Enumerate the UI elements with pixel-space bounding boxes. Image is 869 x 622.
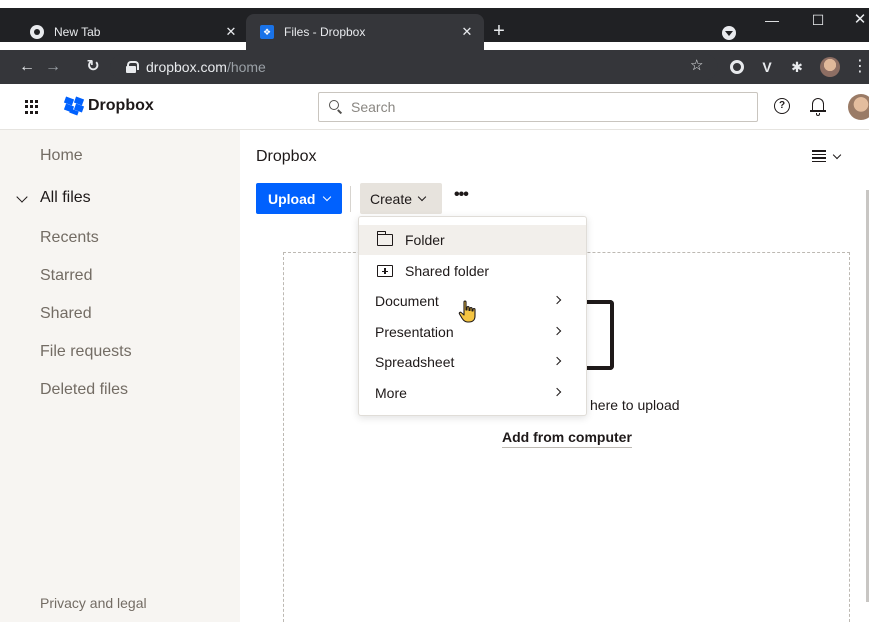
reload-icon[interactable]: ↻	[82, 56, 104, 78]
sidebar-item-recents[interactable]: Recents	[40, 229, 99, 247]
extensions-puzzle-icon[interactable]: ✱	[788, 58, 806, 76]
url-path: /home	[226, 59, 266, 75]
extension-o-icon[interactable]	[728, 58, 746, 76]
menu-item-folder[interactable]: Folder	[359, 225, 586, 255]
dropbox-logo-icon	[63, 96, 85, 116]
chevron-down-icon[interactable]	[16, 191, 28, 203]
close-icon[interactable]: ✕	[222, 23, 240, 41]
forward-arrow-icon[interactable]: →	[42, 56, 64, 78]
privacy-legal-link[interactable]: Privacy and legal	[40, 595, 147, 611]
hand-cursor-icon	[458, 300, 476, 323]
minimize-button[interactable]: —	[758, 10, 786, 30]
url-host: dropbox.com	[146, 59, 227, 75]
chevron-right-icon	[552, 295, 562, 305]
bell-icon[interactable]	[810, 96, 826, 116]
sidebar-item-shared[interactable]: Shared	[40, 305, 92, 323]
add-from-computer-link[interactable]: Add from computer	[502, 429, 632, 448]
dropbox-logo[interactable]: Dropbox	[63, 96, 154, 116]
sidebar-item-starred[interactable]: Starred	[40, 267, 92, 285]
screen-top-edge	[0, 0, 869, 8]
folder-icon	[376, 231, 393, 246]
tab-title: New Tab	[54, 25, 101, 39]
menu-item-label: Folder	[405, 232, 445, 248]
more-options-button[interactable]: •••	[454, 187, 476, 206]
sidebar: Home All files Recents Starred Shared Fi…	[0, 130, 240, 622]
chevron-right-icon	[552, 326, 562, 336]
page-title: Dropbox	[256, 148, 317, 165]
create-button[interactable]: Create	[360, 183, 442, 214]
shared-folder-icon	[377, 265, 393, 277]
window-close-button[interactable]: ✕	[846, 10, 869, 30]
browser-toolbar: ← → ↻ dropbox.com/home ☆ V ✱ ⋮	[0, 50, 869, 84]
app-grid-icon[interactable]	[25, 100, 39, 114]
menu-item-label: Document	[375, 293, 439, 309]
view-toggle-button[interactable]	[812, 150, 842, 162]
address-bar[interactable]: dropbox.com/home	[110, 54, 718, 80]
sidebar-item-deleted-files[interactable]: Deleted files	[40, 381, 128, 399]
chevron-down-icon	[323, 192, 332, 201]
media-control-icon[interactable]	[722, 26, 736, 40]
chevron-down-icon	[417, 192, 427, 201]
menu-item-shared-folder[interactable]: Shared folder	[359, 256, 586, 286]
dropzone-hint: here to upload	[590, 397, 680, 413]
menu-item-spreadsheet[interactable]: Spreadsheet	[359, 347, 586, 377]
menu-item-label: Presentation	[375, 324, 454, 340]
lock-icon	[126, 61, 139, 73]
chevron-right-icon	[552, 387, 562, 397]
list-view-icon	[812, 150, 826, 162]
new-tab-button[interactable]: +	[488, 20, 510, 42]
toolbar-divider	[350, 186, 351, 212]
search-input[interactable]	[351, 99, 751, 115]
user-avatar[interactable]	[848, 94, 869, 120]
bookmark-star-icon[interactable]: ☆	[690, 56, 703, 74]
sidebar-item-all-files[interactable]: All files	[40, 189, 91, 207]
chrome-favicon-icon	[30, 25, 44, 39]
tab-title: Files - Dropbox	[284, 25, 366, 39]
create-label: Create	[370, 190, 413, 207]
menu-item-label: Shared folder	[405, 263, 490, 279]
chevron-right-icon	[552, 356, 562, 366]
chrome-menu-icon[interactable]: ⋮	[852, 58, 868, 76]
sidebar-item-home[interactable]: Home	[40, 147, 83, 165]
extension-v-icon[interactable]: V	[758, 58, 776, 76]
chrome-profile-avatar[interactable]	[820, 57, 840, 77]
back-arrow-icon[interactable]: ←	[16, 56, 38, 78]
help-icon[interactable]: ?	[774, 98, 790, 114]
sidebar-item-file-requests[interactable]: File requests	[40, 343, 132, 361]
tab-files-dropbox[interactable]: ❖ Files - Dropbox ✕	[246, 14, 484, 50]
search-box[interactable]	[318, 92, 758, 122]
close-icon[interactable]: ✕	[458, 23, 476, 41]
maximize-button[interactable]: ☐	[804, 10, 832, 30]
logo-text: Dropbox	[88, 97, 154, 114]
dropbox-favicon-icon: ❖	[260, 25, 274, 39]
app-header: Dropbox ?	[0, 84, 869, 130]
upload-button[interactable]: Upload	[256, 183, 342, 214]
chevron-down-icon	[832, 150, 842, 159]
upload-label: Upload	[268, 190, 316, 207]
menu-item-label: More	[375, 385, 407, 401]
tab-new-tab[interactable]: New Tab ✕	[14, 14, 248, 50]
menu-item-label: Spreadsheet	[375, 354, 455, 370]
search-icon	[329, 100, 343, 114]
menu-item-more[interactable]: More	[359, 378, 586, 408]
